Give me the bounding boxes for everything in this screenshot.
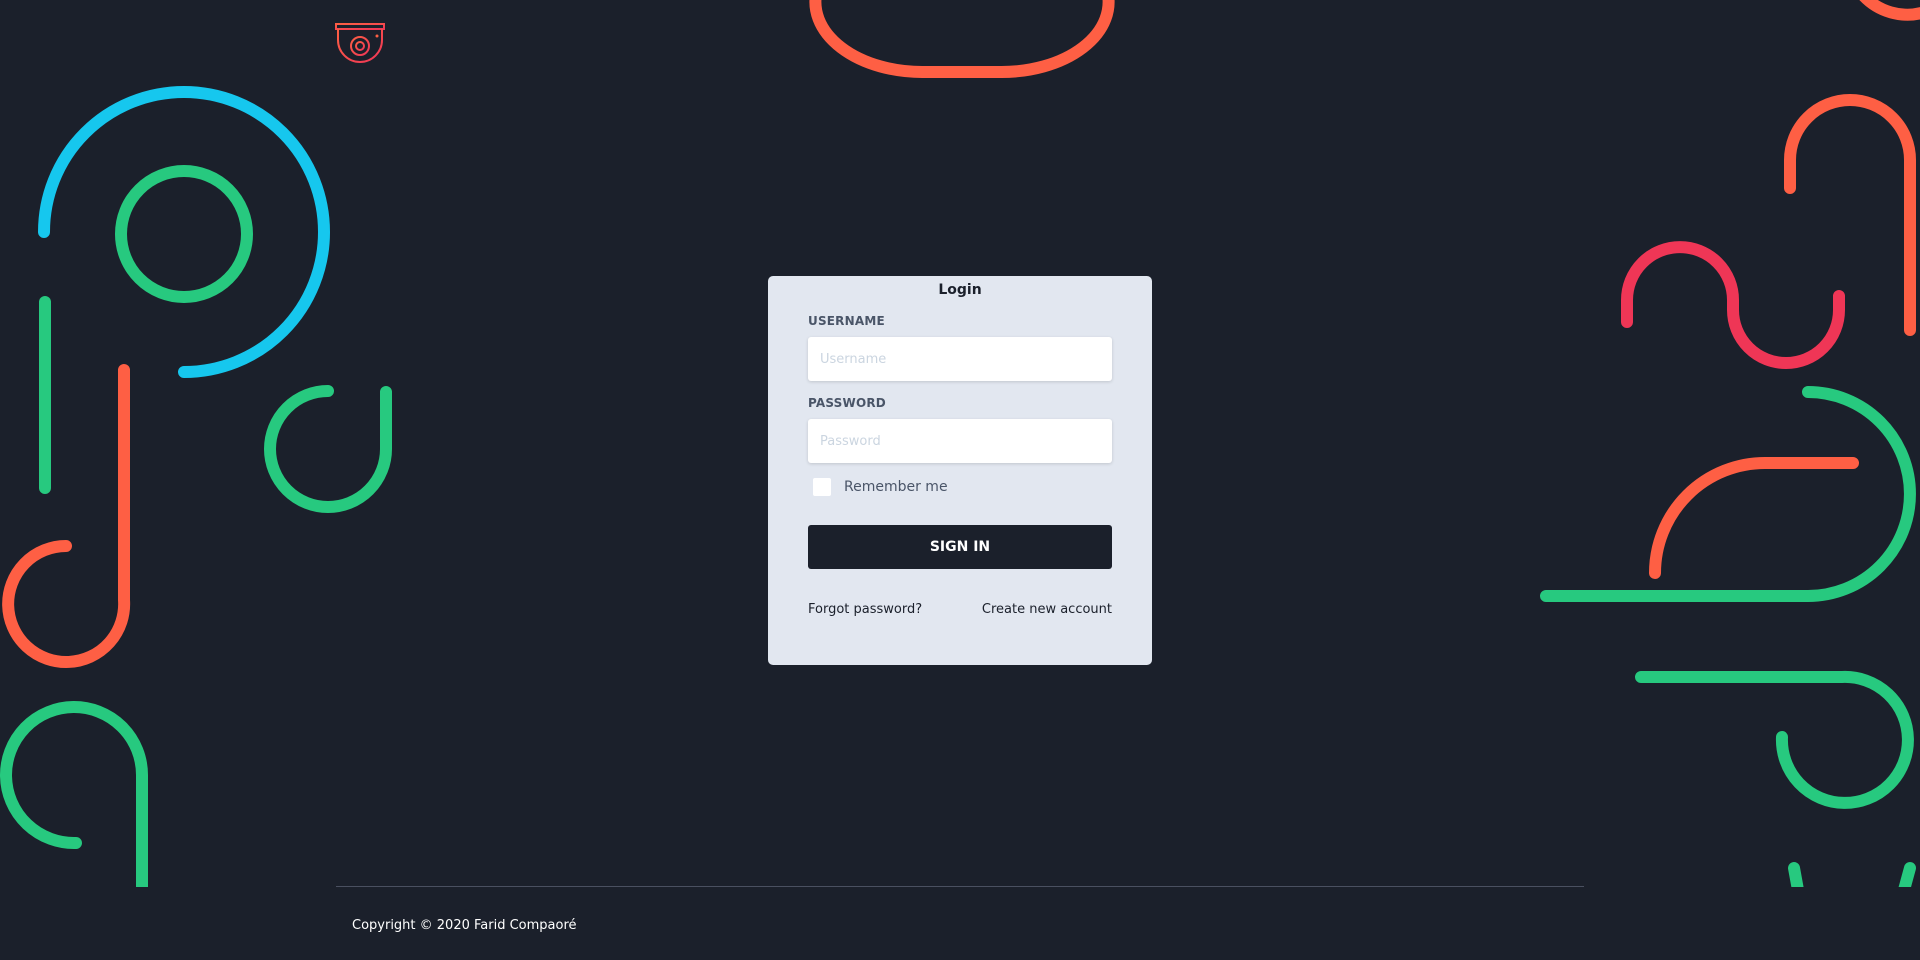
username-label: USERNAME (808, 314, 885, 328)
footer-divider (336, 886, 1584, 887)
remember-me-label[interactable]: Remember me (844, 479, 948, 495)
footer-copyright: Copyright © 2020 Farid Compaoré (352, 918, 577, 933)
username-field-wrapper (808, 337, 1112, 381)
login-title: Login (938, 282, 982, 298)
login-page: Login USERNAME PASSWORD Remember me SIGN… (0, 0, 1920, 960)
password-field-wrapper (808, 419, 1112, 463)
remember-me-row: Remember me (808, 477, 1112, 497)
forgot-password-link[interactable]: Forgot password? (808, 602, 922, 617)
password-label: PASSWORD (808, 396, 886, 410)
create-account-link[interactable]: Create new account (982, 602, 1112, 617)
password-input[interactable] (808, 419, 1112, 463)
username-input[interactable] (808, 337, 1112, 381)
auth-links: Forgot password? Create new account (808, 602, 1112, 617)
remember-me-checkbox[interactable] (813, 478, 831, 496)
sign-in-button[interactable]: SIGN IN (808, 525, 1112, 569)
login-card: Login USERNAME PASSWORD Remember me SIGN… (768, 276, 1152, 665)
security-camera-icon (334, 22, 386, 66)
